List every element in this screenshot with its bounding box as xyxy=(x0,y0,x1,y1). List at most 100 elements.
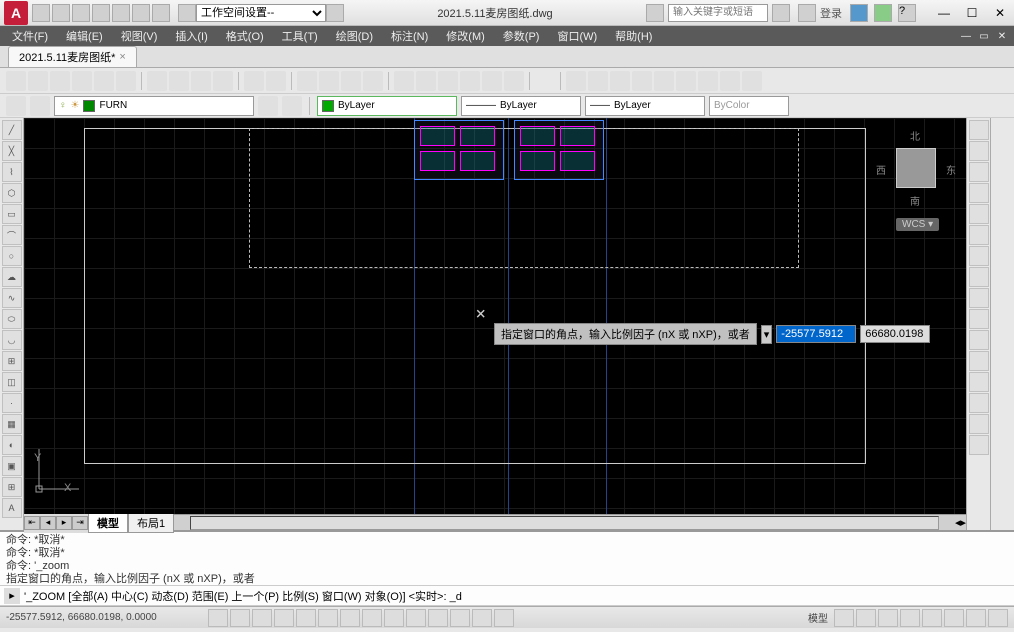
zoom-object-icon[interactable] xyxy=(654,71,674,91)
plotstyle-dropdown[interactable]: ByColor xyxy=(709,96,789,116)
zoom-center-icon[interactable] xyxy=(632,71,652,91)
layer-prev-icon[interactable] xyxy=(282,96,302,116)
zoom-dynamic-icon[interactable] xyxy=(588,71,608,91)
viewcube-west[interactable]: 西 xyxy=(876,162,886,177)
search-input[interactable] xyxy=(668,4,768,22)
annoscale-icon[interactable] xyxy=(878,609,898,627)
qat-undo-icon[interactable] xyxy=(132,4,150,22)
wcs-dropdown[interactable]: WCS ▾ xyxy=(896,218,939,231)
workspace-dd-icon[interactable] xyxy=(326,4,344,22)
snap-toggle[interactable] xyxy=(208,609,228,627)
tpy-toggle[interactable] xyxy=(428,609,448,627)
command-input-row[interactable]: ▸ '_ZOOM [全部(A) 中心(C) 动态(D) 范围(E) 上一个(P)… xyxy=(0,586,1014,606)
menu-view[interactable]: 视图(V) xyxy=(113,26,166,46)
qat-open-icon[interactable] xyxy=(52,4,70,22)
zoom-extents-icon[interactable] xyxy=(742,71,762,91)
mdi-restore-button[interactable]: ▭ xyxy=(976,29,992,43)
menu-parametric[interactable]: 参数(P) xyxy=(495,26,548,46)
spline-icon[interactable]: ∿ xyxy=(2,288,22,308)
publish-icon[interactable] xyxy=(116,71,136,91)
circle-icon[interactable]: ○ xyxy=(2,246,22,266)
h-scrollbar[interactable] xyxy=(190,516,939,530)
hatch-icon[interactable]: ▦ xyxy=(2,414,22,434)
otrack-toggle[interactable] xyxy=(340,609,360,627)
copy2-icon[interactable] xyxy=(969,141,989,161)
lock-icon[interactable] xyxy=(922,609,942,627)
offset-icon[interactable] xyxy=(969,183,989,203)
qp-toggle[interactable] xyxy=(450,609,470,627)
tab-last-icon[interactable]: ⇥ xyxy=(72,516,88,530)
file-tab-close-icon[interactable]: × xyxy=(119,51,125,63)
viewcube-east[interactable]: 东 xyxy=(946,162,956,177)
drawing-canvas[interactable]: 北 南 东 西 WCS ▾ Y X + 指定窗口的角点，输入比例因子 (nX 或… xyxy=(24,118,966,514)
search-go-icon[interactable] xyxy=(772,4,790,22)
mtext-icon[interactable]: A xyxy=(2,498,22,518)
sc-toggle[interactable] xyxy=(472,609,492,627)
undo2-icon[interactable] xyxy=(244,71,264,91)
ellipse-icon[interactable]: ⬭ xyxy=(2,309,22,329)
zoom-prev-icon[interactable] xyxy=(363,71,383,91)
app-icon[interactable] xyxy=(874,4,892,22)
insert-icon[interactable]: ⊞ xyxy=(2,351,22,371)
zoom-in-icon[interactable] xyxy=(676,71,696,91)
osnap-toggle[interactable] xyxy=(296,609,316,627)
explode-icon[interactable] xyxy=(969,435,989,455)
mirror-icon[interactable] xyxy=(969,162,989,182)
dc-icon[interactable] xyxy=(416,71,436,91)
block-icon[interactable]: ◫ xyxy=(2,372,22,392)
clean-icon[interactable] xyxy=(988,609,1008,627)
scale-icon[interactable] xyxy=(969,267,989,287)
calc-icon[interactable] xyxy=(504,71,524,91)
gradient-icon[interactable]: ◐ xyxy=(2,435,22,455)
props-icon[interactable] xyxy=(394,71,414,91)
dynamic-input-x[interactable] xyxy=(776,325,856,343)
grid-toggle[interactable] xyxy=(230,609,250,627)
dyn-toggle[interactable] xyxy=(384,609,404,627)
revcloud-icon[interactable]: ☁ xyxy=(2,267,22,287)
linetype-dropdown[interactable]: ———ByLayer xyxy=(461,96,581,116)
menu-dimension[interactable]: 标注(N) xyxy=(383,26,436,46)
color-dropdown[interactable]: ByLayer xyxy=(317,96,457,116)
mdi-minimize-button[interactable]: — xyxy=(958,29,974,43)
tp-icon[interactable] xyxy=(438,71,458,91)
viewcube-south[interactable]: 南 xyxy=(910,193,920,208)
xline-icon[interactable]: ╳ xyxy=(2,141,22,161)
pan-icon[interactable] xyxy=(297,71,317,91)
array-icon[interactable] xyxy=(969,204,989,224)
match-icon[interactable] xyxy=(213,71,233,91)
preview-icon[interactable] xyxy=(94,71,114,91)
qat-redo-icon[interactable] xyxy=(152,4,170,22)
open-icon[interactable] xyxy=(28,71,48,91)
status-btn-2[interactable] xyxy=(856,609,876,627)
line-icon[interactable]: ╱ xyxy=(2,120,22,140)
tab-first-icon[interactable]: ⇤ xyxy=(24,516,40,530)
menu-file[interactable]: 文件(F) xyxy=(4,26,56,46)
arc-icon[interactable]: ⌒ xyxy=(2,225,22,245)
move-icon[interactable] xyxy=(969,225,989,245)
sheet-icon[interactable] xyxy=(460,71,480,91)
coordinates[interactable]: -25577.5912, 66680.0198, 0.0000 xyxy=(6,612,206,623)
search-icon[interactable] xyxy=(646,4,664,22)
tab-prev-icon[interactable]: ◂ xyxy=(40,516,56,530)
cmd-icon[interactable]: ▸ xyxy=(4,588,20,604)
viewcube-north[interactable]: 北 xyxy=(910,128,920,143)
menu-draw[interactable]: 绘图(D) xyxy=(328,26,381,46)
command-input[interactable]: '_ZOOM [全部(A) 中心(C) 动态(D) 范围(E) 上一个(P) 比… xyxy=(24,588,462,604)
3dosnap-toggle[interactable] xyxy=(318,609,338,627)
polar-toggle[interactable] xyxy=(274,609,294,627)
help-icon[interactable]: ? xyxy=(898,4,916,22)
qat-new-icon[interactable] xyxy=(32,4,50,22)
markup-icon[interactable] xyxy=(482,71,502,91)
layer-match-icon[interactable] xyxy=(258,96,278,116)
menu-insert[interactable]: 插入(I) xyxy=(167,26,215,46)
polygon-icon[interactable]: ⬡ xyxy=(2,183,22,203)
tab-next-icon[interactable]: ▸ xyxy=(56,516,72,530)
qat-saveas-icon[interactable] xyxy=(92,4,110,22)
close-button[interactable]: ✕ xyxy=(986,3,1014,23)
pline-icon[interactable]: ⌇ xyxy=(2,162,22,182)
extend-icon[interactable] xyxy=(969,330,989,350)
layer-prop-icon[interactable] xyxy=(6,96,26,116)
workspace-dropdown[interactable]: 工作空间设置-- xyxy=(196,4,326,22)
hardware-icon[interactable] xyxy=(944,609,964,627)
layer-dropdown[interactable]: ♀ ☀ FURN xyxy=(54,96,254,116)
